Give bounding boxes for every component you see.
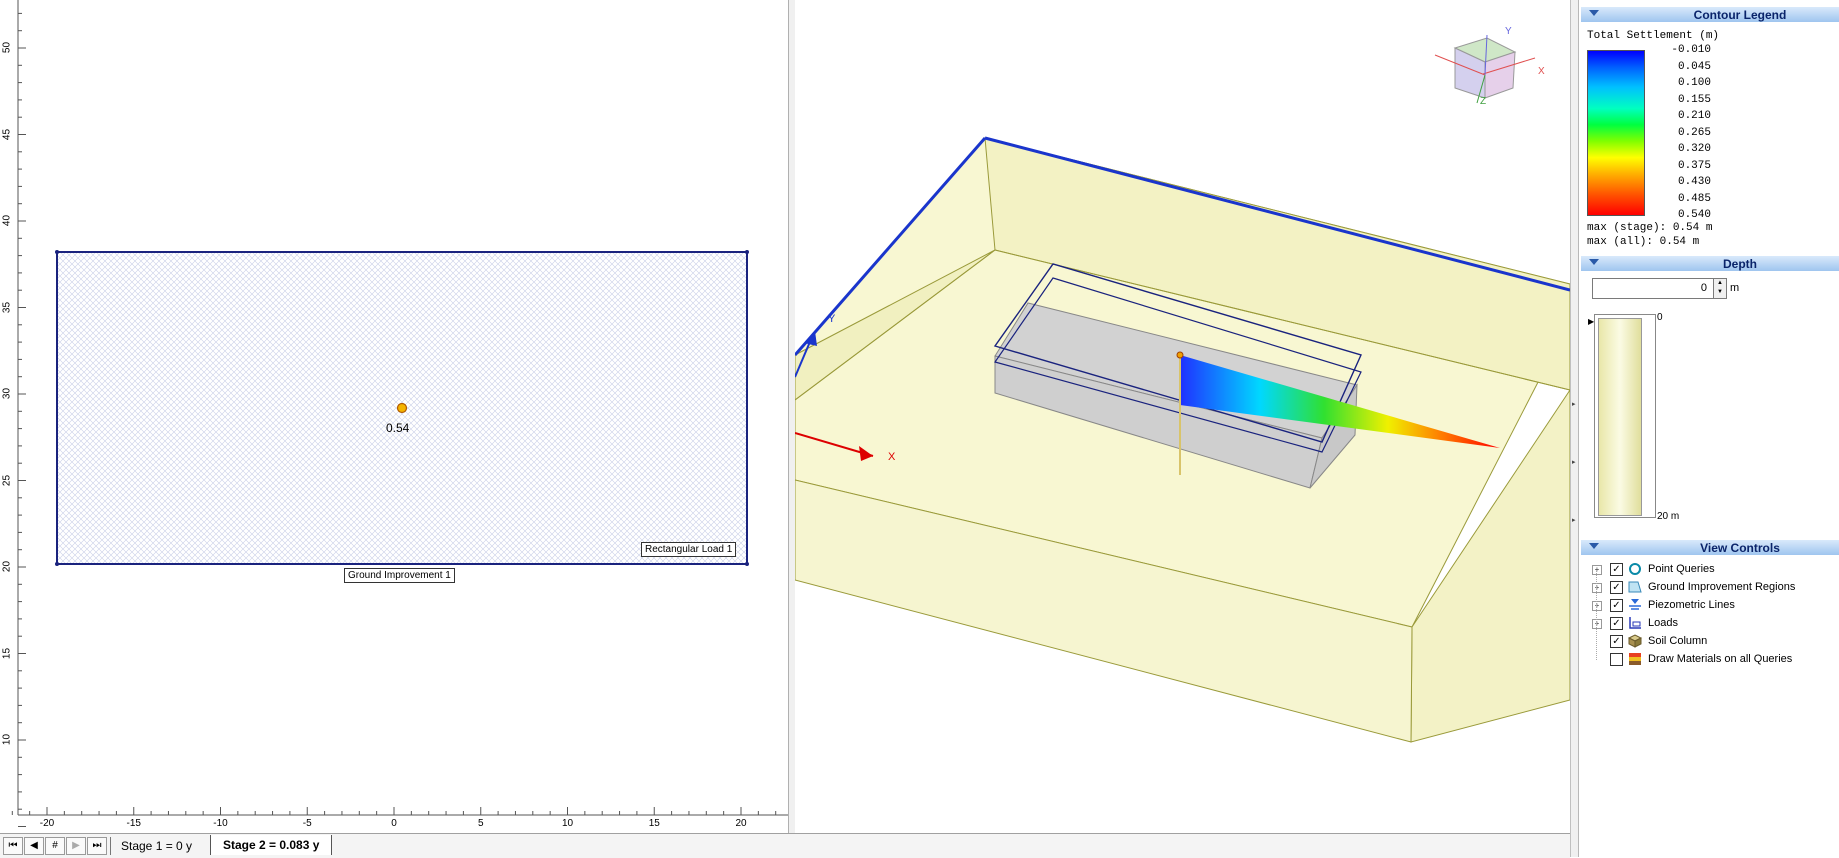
tree-item-ground-improvement-regions[interactable]: + ✓ Ground Improvement Regions <box>1579 579 1834 597</box>
load-label[interactable]: Rectangular Load 1 <box>641 542 737 557</box>
soil-column-icon <box>1627 634 1643 648</box>
axis-y-label: Y <box>828 313 836 325</box>
legend-value: 0.320 <box>1677 143 1711 155</box>
y-tick-label: 45 <box>1 128 13 140</box>
soil-column-bar[interactable] <box>1598 318 1642 516</box>
last-stage-button[interactable]: ⏭ <box>87 837 107 855</box>
ground-improvement-label[interactable]: Ground Improvement 1 <box>344 568 455 583</box>
legend-value: 0.265 <box>1677 126 1711 139</box>
piezometric-icon <box>1628 598 1642 612</box>
x-tick-label: -15 <box>126 818 141 829</box>
x-tick-label: 15 <box>648 818 660 829</box>
tab-stage-1[interactable]: Stage 1 = 0 y <box>110 837 202 855</box>
legend-max-all: max (all): 0.54 m <box>1587 236 1700 248</box>
point-queries-icon <box>1628 562 1642 576</box>
view-controls-header[interactable]: View Controls <box>1581 540 1839 555</box>
legend-value: 0.375 <box>1677 159 1711 172</box>
3d-canvas[interactable] <box>793 0 1571 833</box>
depth-top-label: 0 <box>1657 312 1663 323</box>
depth-header[interactable]: Depth <box>1581 256 1839 271</box>
tree-item-piezometric-lines[interactable]: + ✓ Piezometric Lines <box>1579 597 1834 615</box>
cube-axis-y-label: Y <box>1505 26 1512 37</box>
y-tick-label: 15 <box>1 647 13 659</box>
depth-spinner[interactable]: ▲ ▼ <box>1713 278 1727 299</box>
x-tick-label: 20 <box>735 818 747 829</box>
query-point-value: 0.54 <box>386 421 410 435</box>
plan-view[interactable]: 50 45 40 35 30 25 20 15 10 -20 -15 -10 -5 0 5 10 15 20 0… <box>0 0 789 833</box>
legend-value: 0.155 <box>1677 93 1711 106</box>
3d-view[interactable]: X Y X Y Z <box>793 0 1571 833</box>
depth-column-frame <box>1594 314 1656 518</box>
y-tick-label: 30 <box>1 387 13 400</box>
collapse-icon[interactable] <box>1589 259 1599 265</box>
contour-legend-header[interactable]: Contour Legend <box>1581 7 1839 22</box>
prev-stage-button[interactable]: ◀ <box>24 837 44 855</box>
y-tick-label: 35 <box>1 301 13 313</box>
depth-input[interactable]: 0 <box>1592 278 1714 299</box>
tree-item-point-queries[interactable]: + ✓ Point Queries <box>1579 561 1834 579</box>
cube-axis-x-label: X <box>1538 66 1545 77</box>
side-panel: Contour Legend Total Settlement (m) -0.0… <box>1578 0 1839 857</box>
legend-value: 0.210 <box>1677 110 1711 122</box>
next-stage-button[interactable]: ▶ <box>66 837 86 855</box>
legend-title: Total Settlement (m) <box>1587 30 1720 42</box>
legend-value: 0.430 <box>1677 176 1711 188</box>
depth-unit: m <box>1730 282 1740 294</box>
y-tick-label: 10 <box>1 733 13 746</box>
legend-value: -0.010 <box>1671 44 1711 56</box>
x-tick-label: -5 <box>302 818 312 829</box>
y-tick-label: 40 <box>1 214 13 227</box>
legend-value: 0.045 <box>1677 60 1711 73</box>
x-tick-label: 0 <box>391 818 397 829</box>
axis-x-label: X <box>888 451 896 463</box>
tree-item-soil-column[interactable]: ✓ Soil Column <box>1579 633 1834 651</box>
region-icon <box>1628 580 1642 594</box>
x-tick-label: 10 <box>561 818 574 829</box>
stage-tab-bar: ⏮ ◀ # ▶ ⏭ Stage 1 = 0 y Stage 2 = 0.083 … <box>0 833 1570 858</box>
x-tick-label: -10 <box>213 818 228 829</box>
materials-icon <box>1628 652 1642 666</box>
legend-color-bar <box>1587 50 1645 216</box>
cube-axis-z-label: Z <box>1480 96 1487 107</box>
tree-item-loads[interactable]: + ✓ Loads <box>1579 615 1834 633</box>
tree-item-draw-materials[interactable]: Draw Materials on all Queries <box>1579 651 1834 669</box>
y-tick-label: 20 <box>1 560 13 573</box>
x-tick-label: 5 <box>477 818 484 829</box>
depth-bottom-label: 20 m <box>1657 511 1680 522</box>
tab-stage-2[interactable]: Stage 2 = 0.083 y <box>210 835 333 855</box>
legend-value: 0.100 <box>1677 77 1711 89</box>
y-tick-label: 25 <box>1 474 13 486</box>
y-tick-label: 50 <box>1 41 13 54</box>
collapse-icon[interactable] <box>1589 10 1599 16</box>
query-point-icon <box>396 402 408 414</box>
legend-max-stage: max (stage): 0.54 m <box>1587 222 1713 234</box>
plan-canvas[interactable] <box>0 0 788 833</box>
legend-value: 0.540 <box>1677 209 1711 221</box>
loads-icon <box>1628 616 1642 630</box>
orientation-cube-icon <box>1434 34 1536 104</box>
collapse-icon[interactable] <box>1589 543 1599 549</box>
stage-list-button[interactable]: # <box>45 837 65 855</box>
x-tick-label: -20 <box>39 818 55 829</box>
first-stage-button[interactable]: ⏮ <box>3 837 23 855</box>
legend-value: 0.485 <box>1677 192 1711 205</box>
